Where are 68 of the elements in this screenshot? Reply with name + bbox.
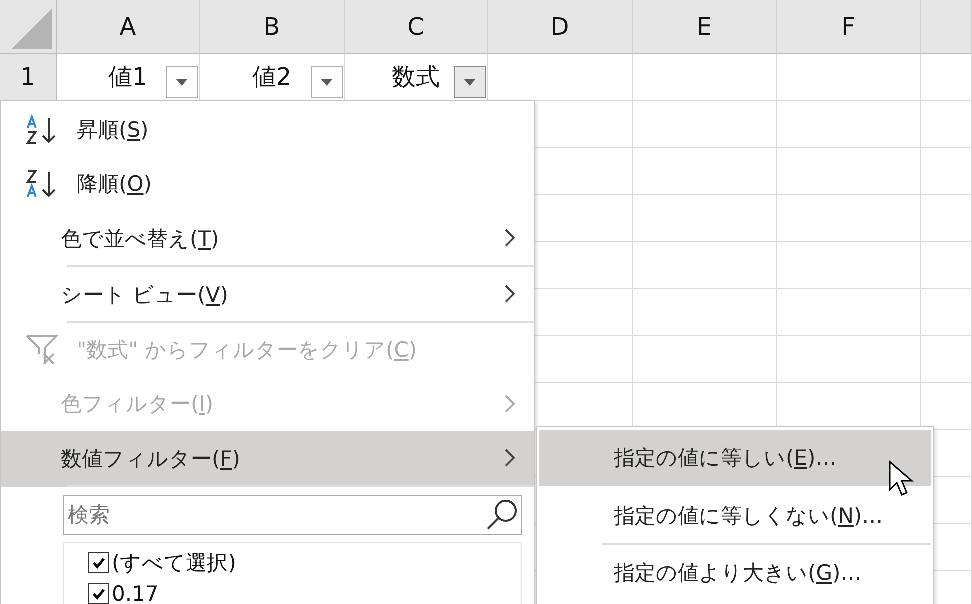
grid-cell[interactable] [921, 336, 972, 383]
menu-item-label: 色フィルター(I) [61, 391, 214, 418]
grid-cell[interactable] [921, 54, 972, 101]
column-header[interactable]: E [633, 0, 777, 54]
grid-cell[interactable] [633, 336, 777, 383]
menu-item-label: 数値フィルター(F) [61, 446, 240, 473]
menu-item-label: 降順(O) [77, 171, 152, 198]
grid-cell[interactable] [633, 289, 777, 336]
menu-item[interactable]: 指定の値に等しい(E)… [539, 430, 931, 486]
menu-item[interactable]: 指定の値に等しくない(N)… [539, 486, 931, 545]
caret-icon [464, 78, 476, 86]
column-header[interactable]: B [200, 0, 345, 54]
value-label: 0.17 [112, 582, 159, 604]
menu-item[interactable]: 色で並べ替え(T) [1, 211, 534, 267]
triangle-icon [12, 9, 52, 49]
menu-item[interactable]: 降順(O) [1, 157, 534, 211]
grid-cell[interactable] [777, 148, 921, 195]
search-icon [485, 498, 519, 532]
clear-filter-icon [25, 334, 59, 366]
grid-cell[interactable] [777, 289, 921, 336]
grid-cell[interactable] [921, 195, 972, 242]
column-header[interactable]: A [57, 0, 200, 54]
grid-cell[interactable] [921, 242, 972, 289]
column-header[interactable] [921, 0, 972, 54]
checkmark-icon [92, 556, 106, 568]
filter-dropdown-button[interactable] [166, 66, 198, 98]
chevron-right-icon [504, 448, 516, 468]
cell-text: 値1 [108, 62, 148, 93]
grid-cell[interactable] [777, 195, 921, 242]
chevron-right-icon [504, 284, 516, 304]
filter-dropdown-button[interactable] [454, 66, 486, 98]
menu-item-label: シート ビュー(V) [61, 282, 228, 309]
filter-dropdown-button[interactable] [311, 66, 343, 98]
menu-item-label: 昇順(S) [77, 117, 149, 144]
grid-cell[interactable] [921, 101, 972, 148]
menu-item[interactable]: 指定の値より大きい(G)… [539, 545, 931, 601]
cell-text: 値2 [252, 62, 292, 93]
checkbox[interactable] [88, 552, 109, 573]
menu-item-label: "数式" からフィルターをクリア(C) [77, 337, 418, 364]
grid-cell[interactable] [633, 242, 777, 289]
column-header[interactable]: D [488, 0, 633, 54]
row-header[interactable]: 1 [0, 54, 57, 101]
value-label: (すべて選択) [112, 550, 236, 576]
checkmark-icon [92, 588, 106, 600]
caret-icon [321, 78, 333, 86]
grid-cell[interactable] [633, 195, 777, 242]
grid-cell[interactable] [633, 148, 777, 195]
grid-cell[interactable] [921, 148, 972, 195]
cell-text: 数式 [392, 62, 440, 93]
menu-item-label: 色で並べ替え(T) [61, 226, 220, 253]
chevron-right-icon [504, 228, 516, 248]
column-header[interactable]: F [777, 0, 921, 54]
grid-cell[interactable] [777, 242, 921, 289]
select-all-button[interactable] [0, 0, 57, 54]
grid-cell[interactable] [921, 289, 972, 336]
menu-item[interactable]: シート ビュー(V) [1, 267, 534, 323]
grid-cell[interactable] [633, 54, 777, 101]
grid-cell[interactable] [633, 101, 777, 148]
grid-cell[interactable] [777, 336, 921, 383]
checkbox[interactable] [88, 583, 109, 604]
chevron-right-icon [504, 394, 516, 414]
menu-item[interactable]: 昇順(S) [1, 103, 534, 157]
column-header[interactable]: C [345, 0, 488, 54]
grid-cell[interactable] [777, 54, 921, 101]
menu-item[interactable]: 数値フィルター(F) [1, 431, 534, 487]
caret-icon [176, 78, 188, 86]
grid-cell[interactable] [777, 101, 921, 148]
search-field[interactable]: 検索 [63, 495, 522, 535]
